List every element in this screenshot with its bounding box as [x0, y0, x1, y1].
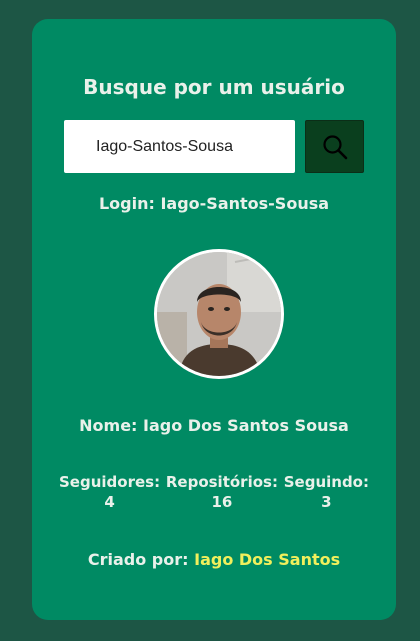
name-text: Nome: Iago Dos Santos Sousa [32, 416, 396, 435]
name-label: Nome: [79, 416, 138, 435]
stat-following: Seguindo: 3 [284, 472, 369, 512]
search-input[interactable] [64, 120, 295, 173]
author-link[interactable]: Iago Dos Santos [194, 550, 340, 569]
stat-repositories: Repositórios: 16 [166, 472, 278, 512]
login-value: Iago-Santos-Sousa [160, 194, 330, 213]
search-icon [322, 134, 347, 159]
name-value: Iago Dos Santos Sousa [143, 416, 349, 435]
created-by: Criado por: Iago Dos Santos [32, 550, 396, 569]
stats-row: Seguidores: 4 Repositórios: 16 Seguindo:… [59, 472, 369, 512]
created-label: Criado por: [87, 550, 189, 569]
avatar-photo [157, 252, 281, 376]
stat-value: 3 [321, 493, 332, 511]
avatar [154, 249, 284, 379]
search-button[interactable] [305, 120, 364, 173]
stat-label: Seguindo: [283, 473, 369, 491]
stat-label: Seguidores: [59, 473, 161, 491]
stat-followers: Seguidores: 4 [59, 472, 160, 512]
login-label: Login: [98, 194, 155, 213]
search-card: Busque por um usuário Login: Iago-Santos… [32, 19, 396, 620]
stat-label: Repositórios: [165, 473, 278, 491]
stat-value: 16 [211, 493, 233, 511]
page-title: Busque por um usuário [83, 75, 345, 99]
login-text: Login: Iago-Santos-Sousa [32, 194, 396, 213]
stat-value: 4 [104, 493, 115, 511]
